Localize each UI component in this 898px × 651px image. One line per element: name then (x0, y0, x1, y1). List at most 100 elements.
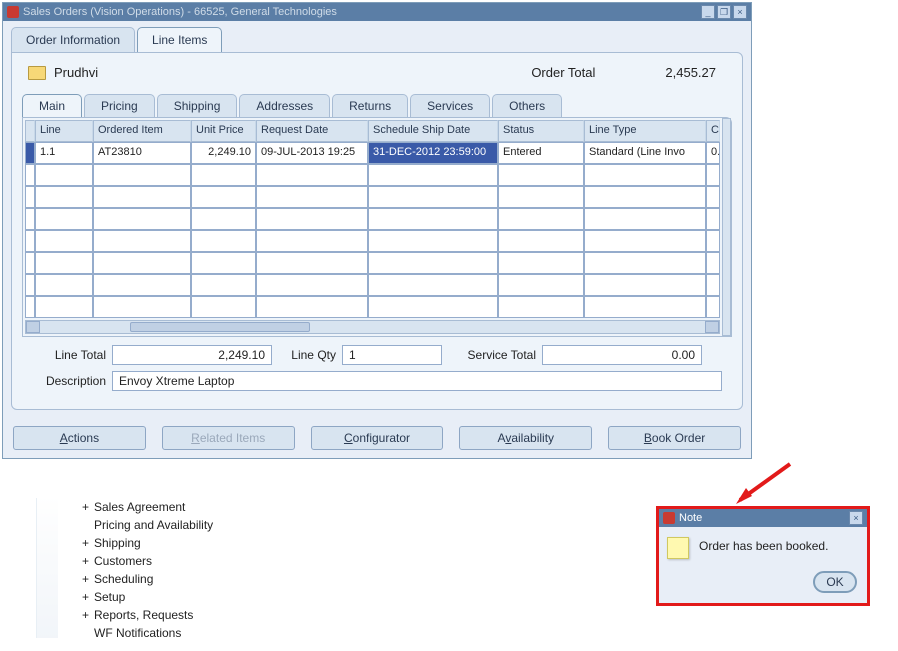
sales-orders-window: Sales Orders (Vision Operations) - 66525… (2, 2, 752, 459)
tree-item[interactable]: WF Notifications (82, 624, 213, 642)
tree-item[interactable]: +Reports, Requests (82, 606, 213, 624)
line-footer: Line Total 2,249.10 Line Qty 1 Service T… (22, 337, 732, 391)
tree-item[interactable]: Pricing and Availability (82, 516, 213, 534)
related-items-button: Related Items (162, 426, 295, 450)
note-close-button[interactable]: × (849, 511, 863, 525)
cell-line-type[interactable]: Standard (Line Invo (584, 142, 706, 164)
expander-icon[interactable]: + (82, 606, 94, 624)
grid-row-empty[interactable] (25, 252, 720, 274)
cell-unit-price[interactable]: 2,249.10 (191, 142, 256, 164)
tree-item[interactable]: +Scheduling (82, 570, 213, 588)
cell-status[interactable]: Entered (498, 142, 584, 164)
grid-row-empty[interactable] (25, 164, 720, 186)
minimize-button[interactable]: _ (701, 5, 715, 19)
window-title: Sales Orders (Vision Operations) - 66525… (23, 6, 701, 18)
subtab-main[interactable]: Main (22, 94, 82, 117)
tree-label: Customers (94, 554, 152, 568)
row-marker-header (25, 120, 35, 142)
cell-schedule-ship[interactable]: 31-DEC-2012 23:59:00 (368, 142, 498, 164)
col-status[interactable]: Status (498, 120, 584, 142)
grid-row-empty[interactable] (25, 208, 720, 230)
cell-line[interactable]: 1.1 (35, 142, 93, 164)
tree-item[interactable]: +Setup (82, 588, 213, 606)
action-bar: Actions Related Items Configurator Avail… (3, 418, 751, 458)
tree-label: Sales Agreement (94, 500, 185, 514)
tab-order-information[interactable]: Order Information (11, 27, 135, 52)
oracle-logo-icon (7, 6, 19, 18)
col-line[interactable]: Line (35, 120, 93, 142)
expander-icon[interactable]: + (82, 552, 94, 570)
service-total-label: Service Total (442, 348, 542, 362)
vertical-scrollbar[interactable] (722, 118, 731, 336)
grid-header: Line Ordered Item Unit Price Request Dat… (25, 120, 720, 142)
subtab-shipping[interactable]: Shipping (157, 94, 238, 117)
tree-scrollbar[interactable] (36, 498, 58, 638)
col-overflow[interactable]: C (706, 120, 720, 142)
availability-button[interactable]: Availability (459, 426, 592, 450)
service-total-value: 0.00 (542, 345, 702, 365)
tab-line-items[interactable]: Line Items (137, 27, 222, 52)
expander-icon[interactable]: + (82, 570, 94, 588)
tree-label: Shipping (94, 536, 141, 550)
titlebar[interactable]: Sales Orders (Vision Operations) - 66525… (3, 3, 751, 21)
tree-label: WF Notifications (94, 626, 181, 640)
line-sub-tabs: Main Pricing Shipping Addresses Returns … (22, 94, 732, 117)
expander-icon[interactable]: + (82, 534, 94, 552)
grid-row[interactable]: 1.1 AT23810 2,249.10 09-JUL-2013 19:25 3… (25, 142, 720, 164)
oracle-logo-icon (663, 512, 675, 524)
note-message: Order has been booked. (699, 537, 828, 553)
subtab-services[interactable]: Services (410, 94, 490, 117)
grid-row-empty[interactable] (25, 230, 720, 252)
line-items-grid[interactable]: Line Ordered Item Unit Price Request Dat… (25, 120, 720, 318)
expander-icon[interactable]: + (82, 498, 94, 516)
line-qty-value[interactable]: 1 (342, 345, 442, 365)
line-items-grid-panel: Line Ordered Item Unit Price Request Dat… (22, 117, 732, 337)
subtab-pricing[interactable]: Pricing (84, 94, 155, 117)
col-request-date[interactable]: Request Date (256, 120, 368, 142)
cell-overflow[interactable]: 0. (706, 142, 720, 164)
scroll-right-icon[interactable] (705, 321, 719, 333)
row-marker[interactable] (25, 142, 35, 164)
scroll-left-icon[interactable] (26, 321, 40, 333)
tree-item[interactable]: +Sales Agreement (82, 498, 213, 516)
note-icon (667, 537, 689, 559)
ok-button[interactable]: OK (813, 571, 857, 593)
tree-label: Reports, Requests (94, 608, 193, 622)
tree-label: Scheduling (94, 572, 153, 586)
scroll-thumb[interactable] (130, 322, 310, 332)
grid-row-empty[interactable] (25, 274, 720, 296)
tree-item[interactable]: +Customers (82, 552, 213, 570)
top-tabs: Order Information Line Items (3, 21, 751, 52)
line-qty-label: Line Qty (272, 348, 342, 362)
expander-icon[interactable]: + (82, 588, 94, 606)
configurator-button[interactable]: Configurator (311, 426, 444, 450)
cell-request-date[interactable]: 09-JUL-2013 19:25 (256, 142, 368, 164)
col-unit-price[interactable]: Unit Price (191, 120, 256, 142)
restore-button[interactable]: ❐ (717, 5, 731, 19)
description-value[interactable]: Envoy Xtreme Laptop (112, 371, 722, 391)
actions-button[interactable]: Actions (13, 426, 146, 450)
tree-label: Pricing and Availability (94, 518, 213, 532)
navigator-tree: +Sales Agreement Pricing and Availabilit… (82, 498, 213, 642)
close-button[interactable]: × (733, 5, 747, 19)
order-total-label: Order Total (531, 65, 595, 80)
grid-row-empty[interactable] (25, 186, 720, 208)
cell-ordered-item[interactable]: AT23810 (93, 142, 191, 164)
grid-row-empty[interactable] (25, 296, 720, 318)
note-titlebar[interactable]: Note × (659, 509, 867, 527)
order-total-value: 2,455.27 (665, 65, 716, 80)
book-order-button[interactable]: Book Order (608, 426, 741, 450)
col-schedule-ship[interactable]: Schedule Ship Date (368, 120, 498, 142)
line-total-label: Line Total (32, 348, 112, 362)
col-ordered-item[interactable]: Ordered Item (93, 120, 191, 142)
horizontal-scrollbar[interactable] (25, 320, 720, 334)
note-title-text: Note (679, 512, 849, 524)
col-line-type[interactable]: Line Type (584, 120, 706, 142)
subtab-returns[interactable]: Returns (332, 94, 408, 117)
tree-item[interactable]: +Shipping (82, 534, 213, 552)
line-items-panel: Prudhvi Order Total 2,455.27 Main Pricin… (11, 52, 743, 410)
subtab-addresses[interactable]: Addresses (239, 94, 330, 117)
subtab-others[interactable]: Others (492, 94, 562, 117)
context-name: Prudhvi (54, 65, 98, 80)
folder-icon[interactable] (28, 66, 46, 80)
